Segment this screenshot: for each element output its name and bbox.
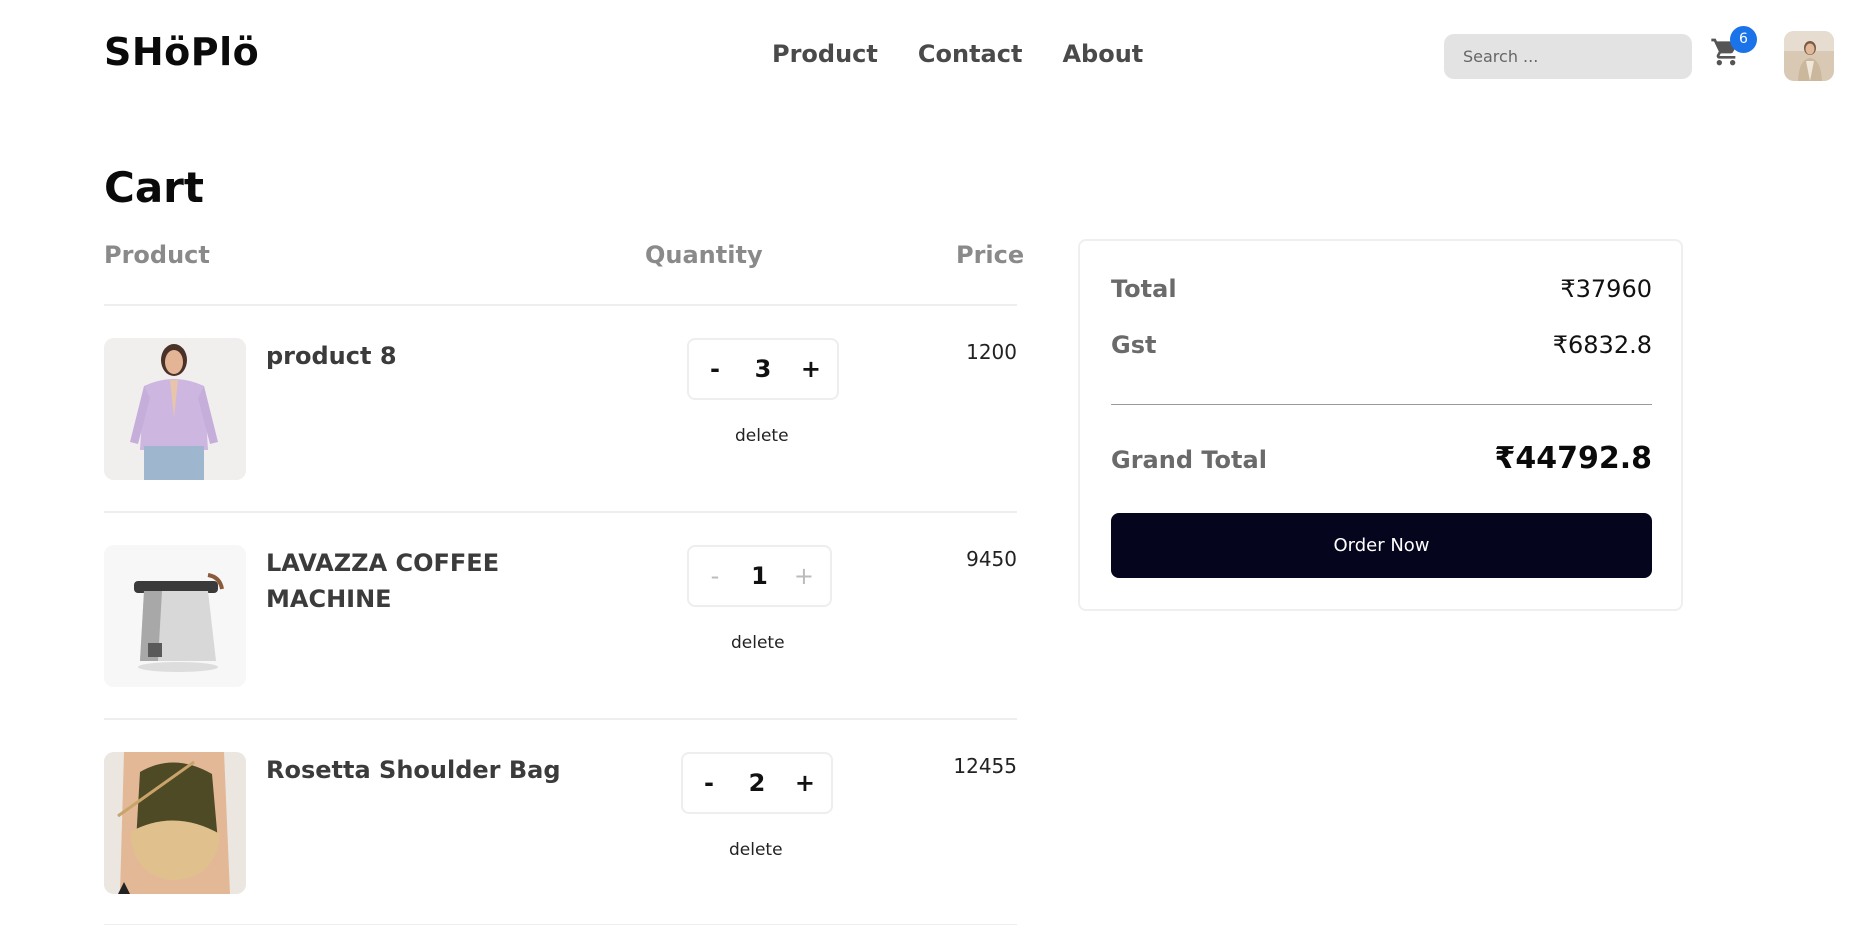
product-thumbnail[interactable] <box>104 545 246 687</box>
total-value: ₹37960 <box>1560 275 1652 303</box>
column-header-quantity: Quantity <box>645 241 763 269</box>
delete-button[interactable]: delete <box>731 633 785 653</box>
delete-button[interactable]: delete <box>735 426 789 446</box>
product-image-shoulder-bag <box>104 752 246 894</box>
header: SHöPlö Product Contact About 6 <box>0 0 1853 110</box>
row-divider <box>104 511 1017 513</box>
search-input[interactable] <box>1444 34 1692 79</box>
nav-contact[interactable]: Contact <box>918 40 1023 68</box>
quantity-stepper: - 3 + <box>687 338 839 400</box>
quantity-value: 3 <box>754 355 772 383</box>
item-price: 1200 <box>966 340 1017 364</box>
quantity-value: 1 <box>751 562 768 590</box>
total-label: Total <box>1111 275 1177 303</box>
column-header-product: Product <box>104 241 210 269</box>
column-header-price: Price <box>956 241 1025 269</box>
item-price: 12455 <box>953 754 1017 778</box>
order-now-button[interactable]: Order Now <box>1111 513 1652 578</box>
decrease-quantity-button[interactable]: - <box>697 769 721 797</box>
user-avatar-image <box>1784 31 1834 81</box>
item-price: 9450 <box>966 547 1017 571</box>
grand-total-label: Grand Total <box>1111 446 1267 474</box>
cart-item: Rosetta Shoulder Bag - 2 + delete 12455 <box>104 752 1017 925</box>
delete-button[interactable]: delete <box>729 840 783 860</box>
cart-count-badge: 6 <box>1730 26 1757 53</box>
row-divider <box>104 718 1017 720</box>
product-thumbnail[interactable] <box>104 338 246 480</box>
quantity-stepper: - 2 + <box>681 752 833 814</box>
product-image-coffee-machine <box>104 545 246 687</box>
main-nav: Product Contact About <box>772 40 1143 68</box>
nav-product[interactable]: Product <box>772 40 878 68</box>
nav-about[interactable]: About <box>1062 40 1143 68</box>
header-divider <box>104 304 1017 306</box>
order-summary: Total ₹37960 Gst ₹6832.8 Grand Total ₹44… <box>1078 239 1683 611</box>
quantity-value: 2 <box>748 769 766 797</box>
increase-quantity-button[interactable]: + <box>793 769 817 797</box>
product-thumbnail[interactable] <box>104 752 246 894</box>
decrease-quantity-button[interactable]: - <box>703 355 727 383</box>
page-title: Cart <box>104 163 204 212</box>
grand-total-value: ₹44792.8 <box>1494 441 1652 476</box>
summary-grand-total-row: Grand Total ₹44792.8 <box>1111 441 1652 476</box>
user-avatar[interactable] <box>1784 31 1834 81</box>
product-name[interactable]: LAVAZZA COFFEE MACHINE <box>266 545 566 617</box>
summary-divider <box>1111 404 1652 405</box>
summary-gst-row: Gst ₹6832.8 <box>1111 331 1652 359</box>
product-name[interactable]: Rosetta Shoulder Bag <box>266 752 566 788</box>
summary-total-row: Total ₹37960 <box>1111 275 1652 303</box>
product-name[interactable]: product 8 <box>266 338 566 374</box>
gst-value: ₹6832.8 <box>1552 331 1652 359</box>
cart-button[interactable]: 6 <box>1710 26 1757 72</box>
product-image-cardigan <box>104 338 246 480</box>
logo[interactable]: SHöPlö <box>104 30 259 74</box>
decrease-quantity-button[interactable]: - <box>703 562 727 590</box>
increase-quantity-button[interactable]: + <box>792 562 816 590</box>
increase-quantity-button[interactable]: + <box>799 355 823 383</box>
gst-label: Gst <box>1111 331 1157 359</box>
quantity-stepper: - 1 + <box>687 545 832 607</box>
